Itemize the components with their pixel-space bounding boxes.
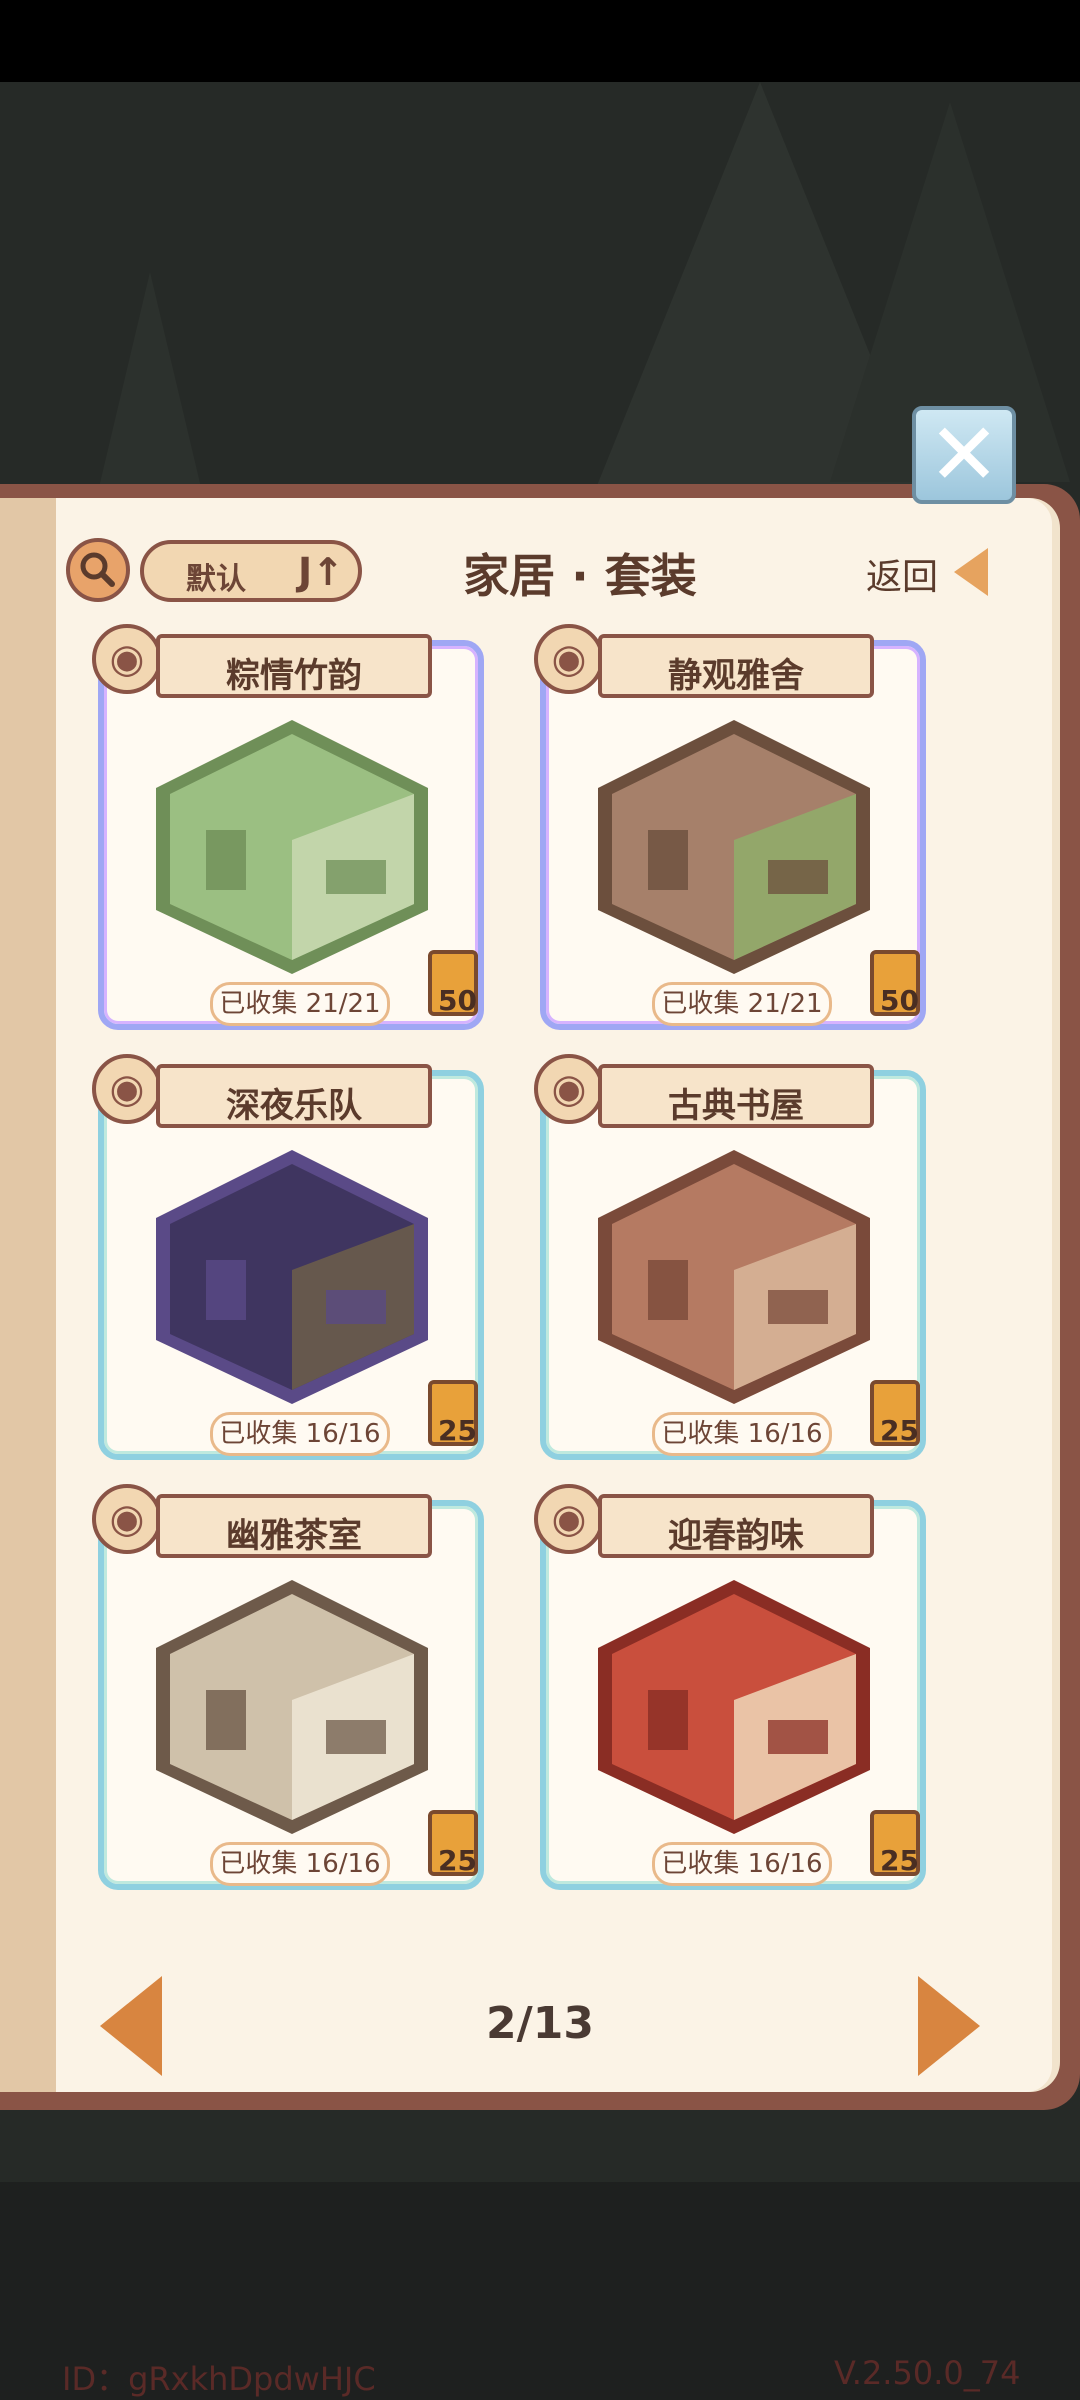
search-button[interactable]	[66, 538, 130, 602]
collected-badge: 已收集 21/21	[652, 982, 832, 1026]
page-indicator: 2/13	[486, 1998, 594, 2049]
card-title-ribbon: 迎春韵味	[598, 1494, 874, 1558]
suite-card[interactable]: ◉ 古典书屋已收集 16/16 25	[534, 1054, 932, 1460]
card-title-ribbon: 粽情竹韵	[156, 634, 432, 698]
next-page-button[interactable]	[918, 1976, 980, 2076]
card-title: 粽情竹韵	[226, 656, 362, 696]
collected-badge: 已收集 16/16	[210, 1412, 390, 1456]
room-thumbnail	[598, 720, 870, 974]
eye-icon[interactable]: ◉	[92, 1484, 162, 1554]
sort-button[interactable]: 默认 J↑	[140, 540, 362, 602]
close-icon: ✕	[927, 405, 1001, 505]
suite-card[interactable]: ◉ 幽雅茶室已收集 16/16 25	[92, 1484, 490, 1890]
close-button[interactable]: ✕	[912, 406, 1016, 504]
reward-count: 25	[438, 1844, 477, 1877]
card-title: 深夜乐队	[226, 1086, 362, 1126]
card-title: 迎春韵味	[668, 1516, 804, 1556]
card-title: 古典书屋	[668, 1086, 804, 1126]
collected-badge: 已收集 16/16	[652, 1412, 832, 1456]
room-thumbnail	[156, 1580, 428, 1834]
search-icon	[80, 552, 115, 587]
sort-label: 默认	[186, 562, 246, 597]
card-title: 幽雅茶室	[226, 1516, 362, 1556]
card-title-ribbon: 幽雅茶室	[156, 1494, 432, 1558]
eye-icon[interactable]: ◉	[92, 1054, 162, 1124]
back-arrow-icon[interactable]	[954, 548, 988, 596]
suite-card[interactable]: ◉ 静观雅舍已收集 21/21 50	[534, 624, 932, 1030]
prev-page-button[interactable]	[100, 1976, 162, 2076]
room-thumbnail	[156, 720, 428, 974]
card-title: 静观雅舍	[668, 656, 804, 696]
card-title-ribbon: 古典书屋	[598, 1064, 874, 1128]
collected-badge: 已收集 21/21	[210, 982, 390, 1026]
back-button[interactable]: 返回	[866, 548, 938, 600]
page-title: 家居 · 套装	[463, 549, 697, 603]
reward-count: 25	[438, 1414, 477, 1447]
card-title-ribbon: 深夜乐队	[156, 1064, 432, 1128]
suite-card[interactable]: ◉ 迎春韵味已收集 16/16 25	[534, 1484, 932, 1890]
collected-badge: 已收集 16/16	[652, 1842, 832, 1886]
version-label: V.2.50.0_74	[834, 2354, 1021, 2392]
eye-icon[interactable]: ◉	[534, 1484, 604, 1554]
reward-count: 25	[880, 1414, 919, 1447]
eye-icon[interactable]: ◉	[534, 1054, 604, 1124]
room-thumbnail	[598, 1580, 870, 1834]
reward-count: 25	[880, 1844, 919, 1877]
sort-order-icon: J↑	[298, 550, 344, 594]
collected-badge: 已收集 16/16	[210, 1842, 390, 1886]
card-title-ribbon: 静观雅舍	[598, 634, 874, 698]
eye-icon[interactable]: ◉	[534, 624, 604, 694]
book-spine	[0, 498, 56, 2092]
suite-card[interactable]: ◉ 粽情竹韵已收集 21/21 50	[92, 624, 490, 1030]
player-id: ID：gRxkhDpdwHJC	[62, 2360, 376, 2398]
eye-icon[interactable]: ◉	[92, 624, 162, 694]
room-thumbnail	[598, 1150, 870, 1404]
reward-count: 50	[438, 984, 477, 1017]
reward-count: 50	[880, 984, 919, 1017]
status-bar	[0, 0, 1080, 82]
room-thumbnail	[156, 1150, 428, 1404]
suite-card[interactable]: ◉ 深夜乐队已收集 16/16 25	[92, 1054, 490, 1460]
